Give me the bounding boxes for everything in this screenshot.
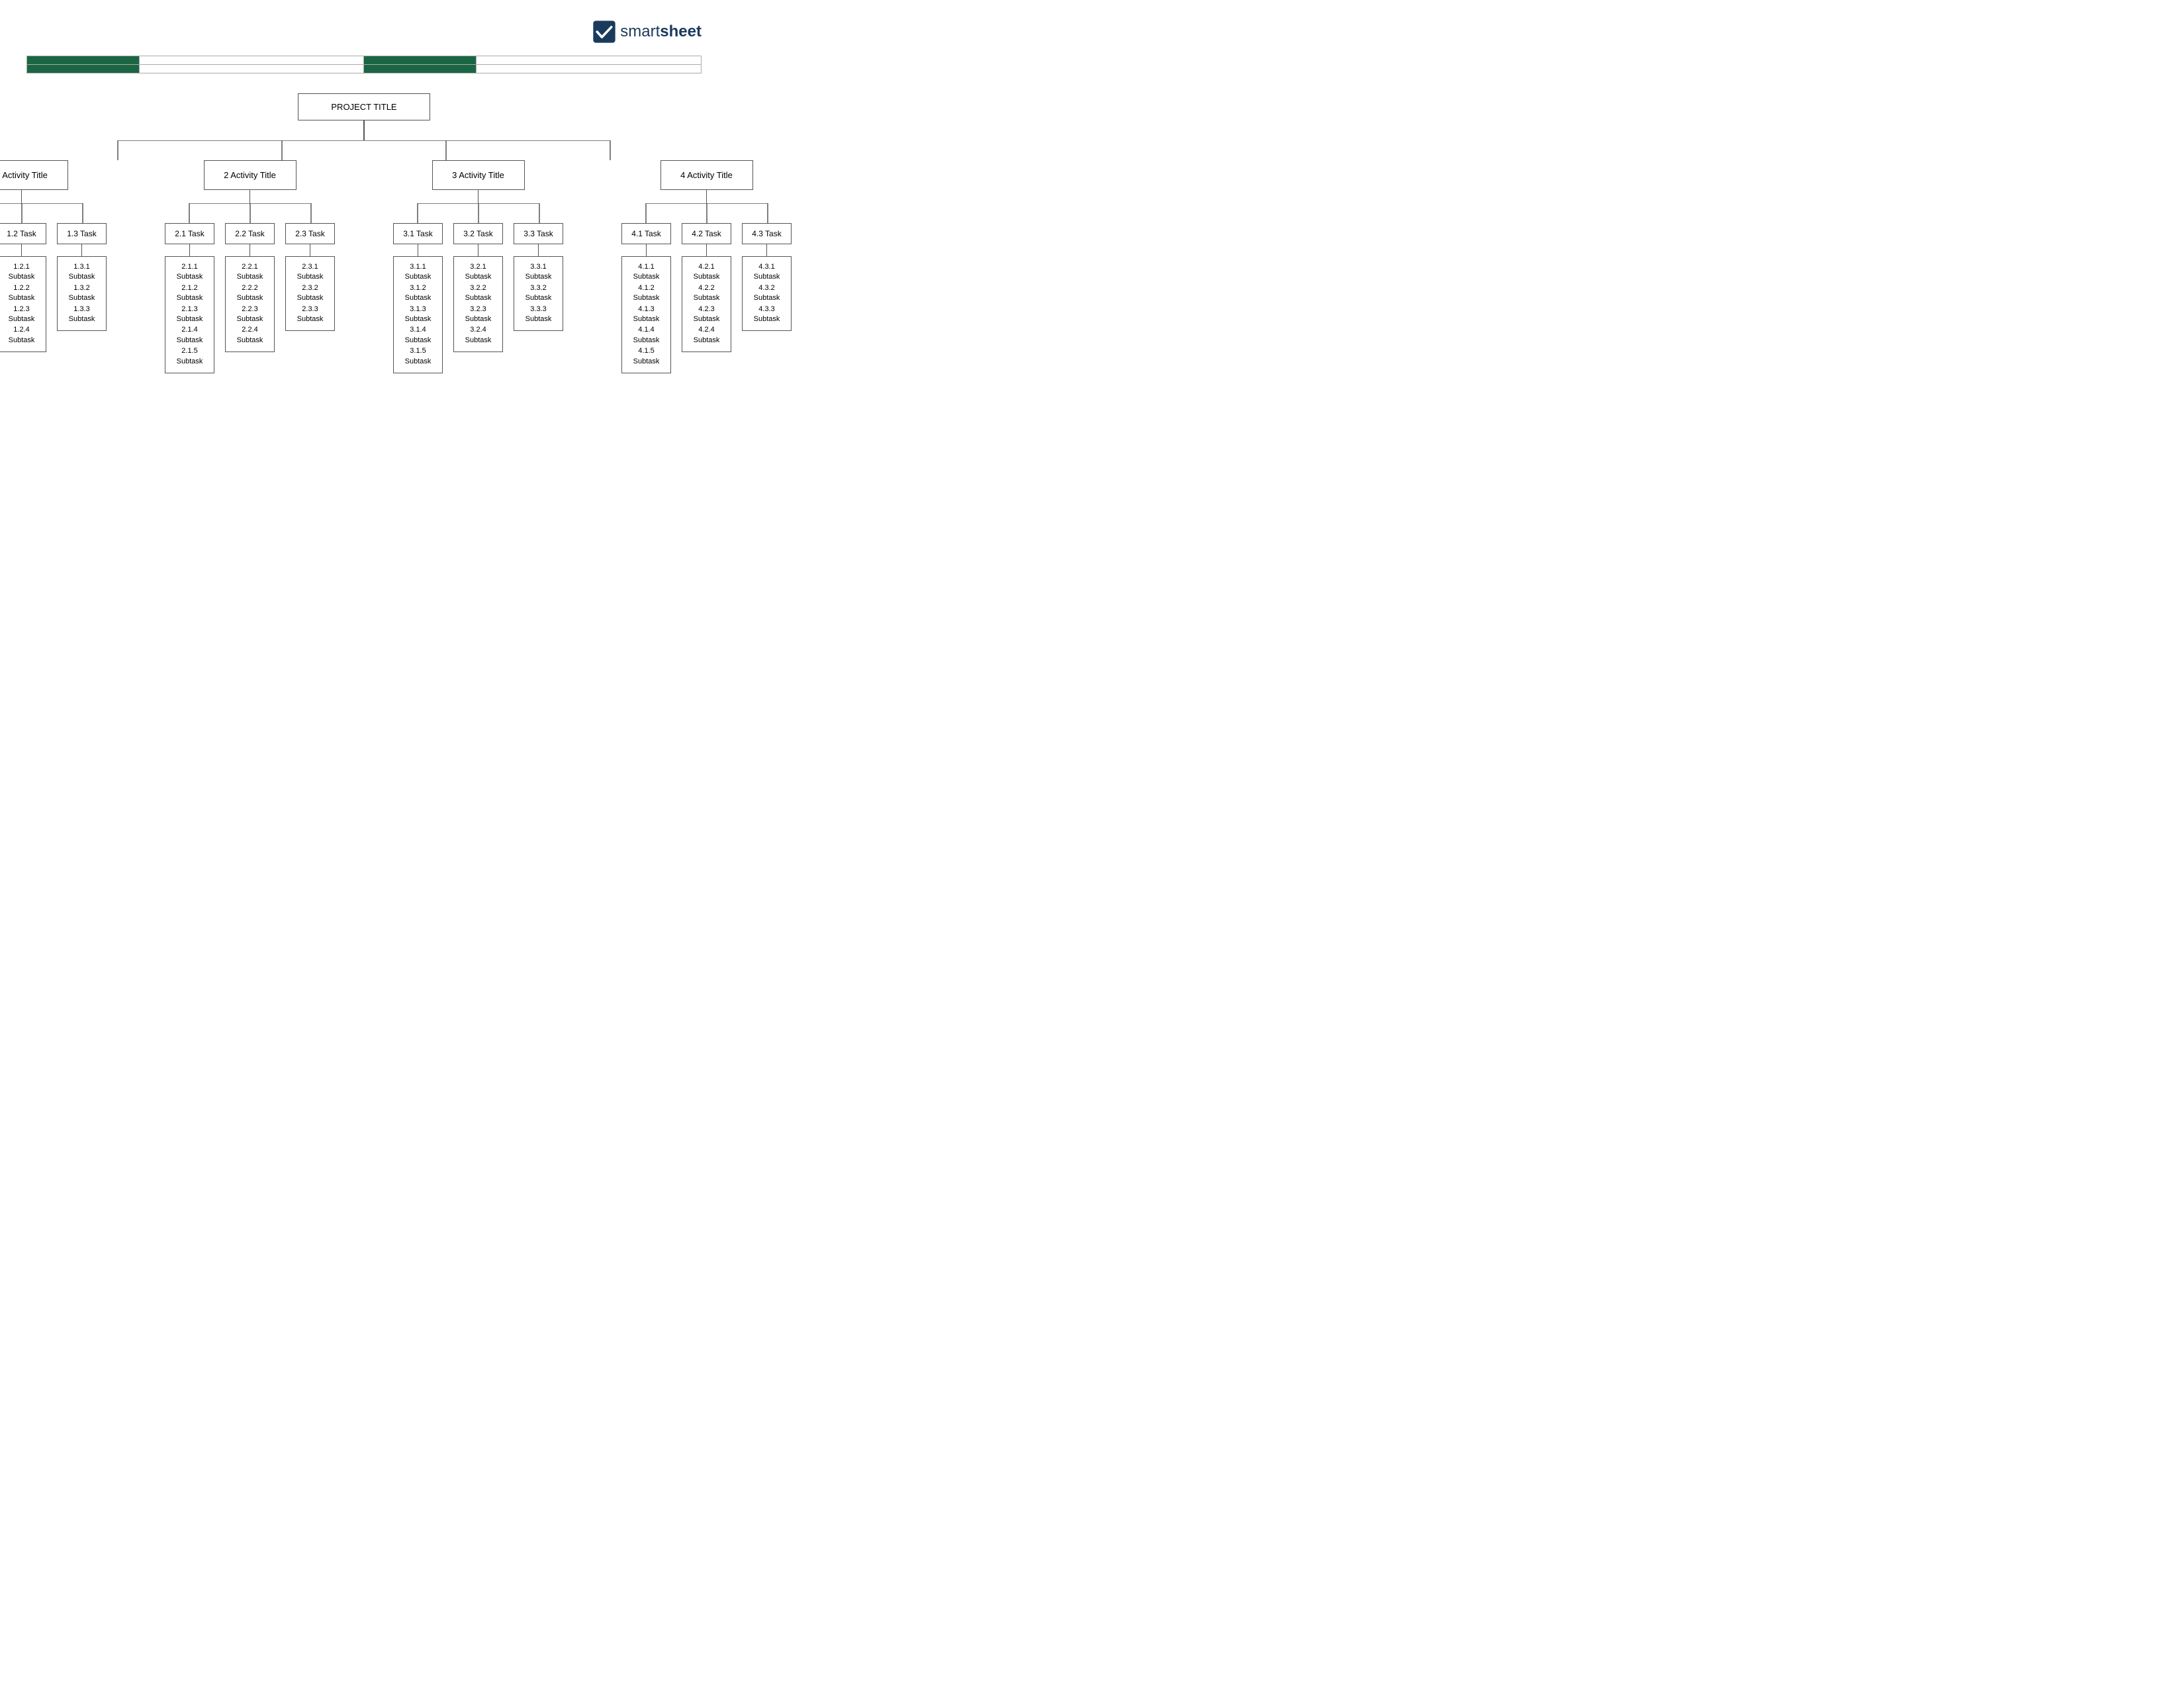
activity-box-4: 4 Activity Title (660, 160, 753, 190)
project-manager-value (139, 65, 364, 73)
connector-horizontal (117, 140, 611, 160)
project-manager-row (27, 65, 702, 73)
task-box-2.2: 2.2 Task (225, 223, 275, 244)
tasks-row-4: 4.1 Task 4.1.1 Subtask4.1.2 Subtask4.1.3 … (621, 223, 792, 373)
subtask-list-2.2: 2.2.1 Subtask2.2.2 Subtask2.2.3 Subtask2… (225, 256, 275, 352)
subtask-list-2.1: 2.1.1 Subtask2.1.2 Subtask2.1.3 Subtask2… (165, 256, 214, 373)
task-column-2.3: 2.3 Task 2.3.1 Subtask2.3.2 Subtask2.3.3 … (285, 223, 335, 331)
logo-check-icon (592, 20, 616, 44)
task-box-4.2: 4.2 Task (682, 223, 731, 244)
task-box-3.1: 3.1 Task (393, 223, 443, 244)
task-box-4.1: 4.1 Task (621, 223, 671, 244)
activity-section-3: 3 Activity Title 3.1 Task 3.1.1 Subtask3.1… (393, 160, 563, 373)
subtask-list-3.3: 3.3.1 Subtask3.3.2 Subtask3.3.3 Subtask (514, 256, 563, 331)
connector-vertical (81, 244, 83, 256)
connector-vertical (21, 244, 23, 256)
connector-vertical (538, 244, 539, 256)
root-node: PROJECT TITLE (298, 93, 430, 120)
logo-area: smartsheet (26, 20, 702, 44)
subtask-list-4.2: 4.2.1 Subtask4.2.2 Subtask4.2.3 Subtask4… (682, 256, 731, 352)
subtask-list-1.2: 1.2.1 Subtask1.2.2 Subtask1.2.3 Subtask1… (0, 256, 46, 352)
activity-box-3: 3 Activity Title (432, 160, 525, 190)
smartsheet-logo: smartsheet (592, 20, 702, 44)
task-column-4.1: 4.1 Task 4.1.1 Subtask4.1.2 Subtask4.1.3 … (621, 223, 671, 373)
tree-root: PROJECT TITLE 1 Activity Title 1.1 Task1.1… (0, 93, 792, 373)
info-table (26, 56, 702, 73)
task-column-3.1: 3.1 Task 3.1.1 Subtask3.1.2 Subtask3.1.3 … (393, 223, 443, 373)
tasks-row-2: 2.1 Task 2.1.1 Subtask2.1.2 Subtask2.1.3 … (165, 223, 335, 373)
activity-section-1: 1 Activity Title 1.1 Task1.1.1 Subtask1.1… (0, 160, 107, 373)
company-name-value (477, 56, 702, 65)
connector-vertical (706, 244, 707, 256)
wbs-diagram: PROJECT TITLE1 Activity Title1.1 Task1.1… (26, 93, 702, 373)
task-box-2.3: 2.3 Task (285, 223, 335, 244)
project-manager-label (27, 65, 140, 73)
project-title-value (139, 56, 364, 65)
activities-row: 1 Activity Title 1.1 Task1.1.1 Subtask1.1… (0, 160, 792, 373)
tasks-row-1: 1.1 Task1.1.1 Subtask1.1.2 Subtask1.1.3 … (0, 223, 107, 373)
task-box-1.3: 1.3 Task (57, 223, 107, 244)
connector-vertical (21, 190, 23, 203)
task-box-2.1: 2.1 Task (165, 223, 214, 244)
task-column-1.2: 1.2 Task 1.2.1 Subtask1.2.2 Subtask1.2.3 … (0, 223, 46, 352)
task-column-4.2: 4.2 Task 4.2.1 Subtask4.2.2 Subtask4.2.3 … (682, 223, 731, 352)
task-column-3.3: 3.3 Task 3.3.1 Subtask3.3.2 Subtask3.3.3 … (514, 223, 563, 331)
subtask-list-3.1: 3.1.1 Subtask3.1.2 Subtask3.1.3 Subtask3… (393, 256, 443, 373)
connector-vertical (646, 244, 647, 256)
activity-section-2: 2 Activity Title 2.1 Task 2.1.1 Subtask2.1… (165, 160, 335, 373)
connector-vertical (478, 244, 479, 256)
activity-box-1: 1 Activity Title (0, 160, 68, 190)
date-label (364, 65, 477, 73)
connector-vertical (706, 190, 707, 203)
date-value (477, 65, 702, 73)
connector-vertical (250, 244, 251, 256)
subtask-list-3.2: 3.2.1 Subtask3.2.2 Subtask3.2.3 Subtask3… (453, 256, 503, 352)
subtask-list-2.3: 2.3.1 Subtask2.3.2 Subtask2.3.3 Subtask (285, 256, 335, 331)
subtask-list-1.3: 1.3.1 Subtask1.3.2 Subtask1.3.3 Subtask (57, 256, 107, 331)
task-column-1.3: 1.3 Task 1.3.1 Subtask1.3.2 Subtask1.3.3 … (57, 223, 107, 331)
logo-smart: smart (620, 23, 660, 40)
activity-section-4: 4 Activity Title 4.1 Task 4.1.1 Subtask4.1… (621, 160, 792, 373)
subtask-list-4.3: 4.3.1 Subtask4.3.2 Subtask4.3.3 Subtask (742, 256, 792, 331)
connector-horizontal (189, 203, 312, 223)
connector-vertical (250, 190, 251, 203)
connector-vertical (363, 120, 365, 140)
task-box-4.3: 4.3 Task (742, 223, 792, 244)
connector-horizontal (645, 203, 768, 223)
company-name-label (364, 56, 477, 65)
task-column-3.2: 3.2 Task 3.2.1 Subtask3.2.2 Subtask3.2.3 … (453, 223, 503, 352)
task-box-3.2: 3.2 Task (453, 223, 503, 244)
connector-vertical (766, 244, 768, 256)
task-box-1.2: 1.2 Task (0, 223, 46, 244)
project-title-label (27, 56, 140, 65)
tasks-row-3: 3.1 Task 3.1.1 Subtask3.1.2 Subtask3.1.3 … (393, 223, 563, 373)
task-column-4.3: 4.3 Task 4.3.1 Subtask4.3.2 Subtask4.3.3 … (742, 223, 792, 331)
connector-vertical (310, 244, 311, 256)
task-box-3.3: 3.3 Task (514, 223, 563, 244)
logo-sheet: sheet (660, 23, 702, 40)
connector-horizontal (0, 203, 83, 223)
activity-box-2: 2 Activity Title (204, 160, 296, 190)
connector-vertical (418, 244, 419, 256)
logo-text: smartsheet (620, 23, 702, 41)
connector-vertical (189, 244, 191, 256)
subtask-list-4.1: 4.1.1 Subtask4.1.2 Subtask4.1.3 Subtask4… (621, 256, 671, 373)
connector-horizontal (417, 203, 540, 223)
task-column-2.1: 2.1 Task 2.1.1 Subtask2.1.2 Subtask2.1.3 … (165, 223, 214, 373)
project-title-row (27, 56, 702, 65)
task-column-2.2: 2.2 Task 2.2.1 Subtask2.2.2 Subtask2.2.3 … (225, 223, 275, 352)
connector-vertical (478, 190, 479, 203)
